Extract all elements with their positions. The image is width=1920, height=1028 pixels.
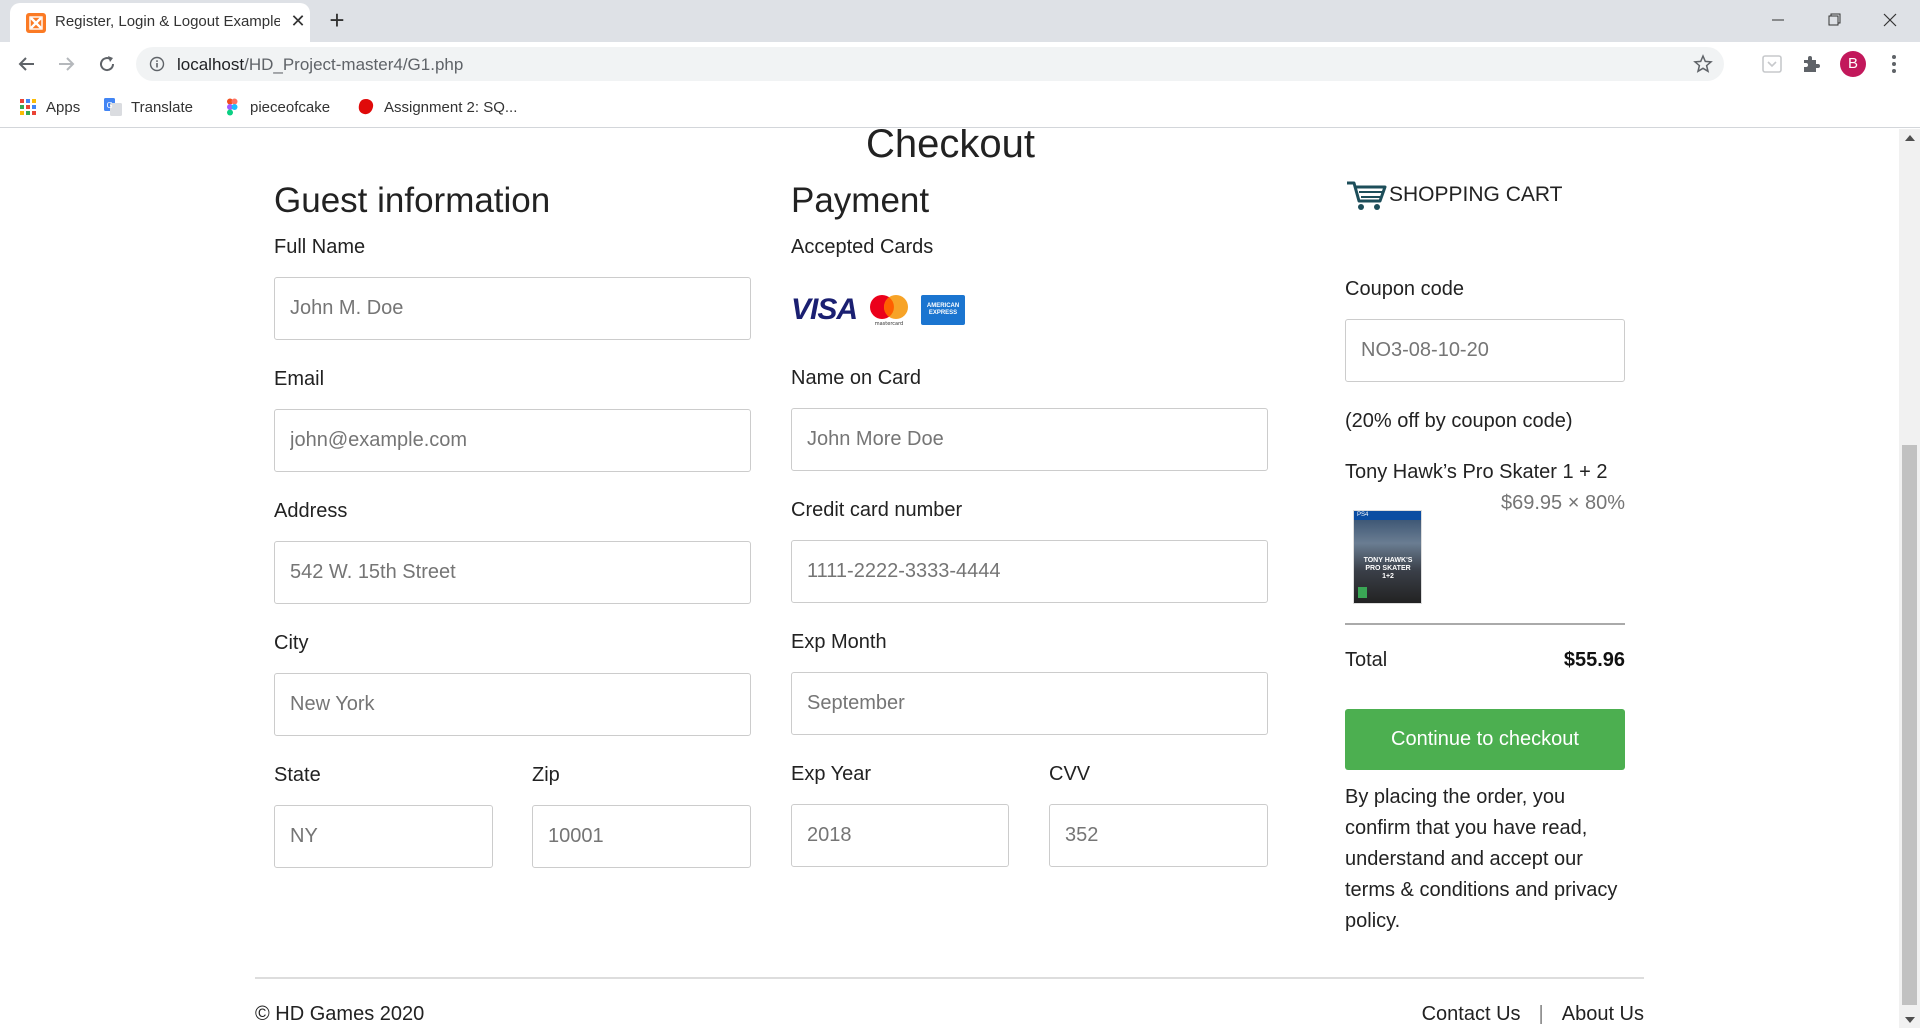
bookmark-translate[interactable]: G Translate — [104, 96, 193, 118]
browser-tab[interactable]: Register, Login & Logout Example ✕ — [10, 3, 310, 42]
continue-to-checkout-button[interactable]: Continue to checkout — [1345, 709, 1625, 770]
apps-grid-icon — [20, 99, 36, 115]
product-box-title: TONY HAWK'S PRO SKATER 1+2 — [1363, 557, 1413, 580]
bookmark-apps[interactable]: Apps — [19, 96, 80, 118]
state-label: State — [274, 764, 321, 786]
figma-icon — [227, 98, 238, 116]
payment-heading: Payment — [791, 181, 930, 220]
total-label: Total — [1345, 649, 1388, 671]
exp-month-input[interactable] — [791, 672, 1268, 735]
accepted-cards: VISA mastercard AMERICAN EXPRESS — [791, 293, 966, 327]
back-arrow-icon[interactable] — [14, 51, 40, 77]
close-tab-icon[interactable]: ✕ — [288, 11, 308, 31]
name-on-card-input[interactable] — [791, 408, 1268, 471]
page-title: Checkout — [866, 129, 1035, 166]
url-path: /HD_Project-master4/G1.php — [244, 55, 464, 74]
forward-arrow-icon[interactable] — [53, 51, 79, 77]
shopping-cart-icon — [1347, 181, 1387, 210]
close-window-icon[interactable] — [1870, 6, 1910, 34]
bookmark-assignment[interactable]: Assignment 2: SQ... — [357, 96, 517, 118]
address-input[interactable] — [274, 541, 751, 604]
pocket-extension-icon[interactable] — [1760, 52, 1784, 76]
bookmark-label: Translate — [131, 98, 193, 116]
bookmark-label: pieceofcake — [250, 98, 331, 116]
about-us-link[interactable]: About Us — [1562, 1003, 1644, 1026]
new-tab-button[interactable]: + — [324, 7, 350, 34]
footer-divider — [255, 977, 1644, 979]
product-name[interactable]: Tony Hawk’s Pro Skater 1 + 2 — [1345, 461, 1608, 484]
rating-badge-icon — [1358, 587, 1367, 598]
shopping-cart-label: SHOPPING CART — [1389, 183, 1563, 206]
extensions-puzzle-icon[interactable] — [1799, 52, 1823, 76]
footer-separator: | — [1538, 1003, 1544, 1025]
bookmark-label: Assignment 2: SQ... — [384, 98, 518, 116]
name-on-card-label: Name on Card — [791, 367, 922, 389]
footer-links: Contact Us | About Us — [1422, 1003, 1644, 1026]
mastercard-logo-icon: mastercard — [865, 294, 913, 327]
browser-tab-strip: Register, Login & Logout Example ✕ + — [0, 0, 1920, 42]
email-label: Email — [274, 368, 325, 390]
site-info-icon[interactable] — [149, 56, 165, 72]
restore-window-icon[interactable] — [1814, 6, 1854, 34]
google-translate-icon: G — [104, 98, 122, 116]
guest-info-heading: Guest information — [274, 181, 551, 220]
tab-title: Register, Login & Logout Example — [55, 13, 280, 30]
full-name-label: Full Name — [274, 236, 366, 258]
address-label: Address — [274, 500, 348, 522]
product-price: $69.95 × 80% — [1501, 492, 1625, 514]
product-thumbnail[interactable]: PS4 TONY HAWK'S PRO SKATER 1+2 — [1353, 510, 1422, 604]
scroll-down-arrow-icon[interactable] — [1905, 1017, 1915, 1023]
contact-us-link[interactable]: Contact Us — [1422, 1003, 1521, 1026]
bookmark-star-icon[interactable] — [1692, 53, 1714, 75]
xampp-favicon-icon — [26, 13, 46, 33]
scrollbar-thumb[interactable] — [1902, 445, 1917, 1005]
profile-avatar[interactable]: B — [1840, 51, 1866, 77]
ps4-banner: PS4 — [1354, 511, 1421, 520]
zip-label: Zip — [532, 764, 560, 786]
url-host: localhost — [177, 55, 245, 74]
url-text[interactable]: localhost/HD_Project-master4/G1.php — [177, 55, 463, 75]
amex-logo-icon: AMERICAN EXPRESS — [921, 295, 966, 325]
total-value: $55.96 — [1563, 649, 1625, 671]
coupon-note: (20% off by coupon code) — [1345, 410, 1573, 432]
checkout-page: Checkout Guest information Full Name Ema… — [0, 129, 1899, 1028]
email-input[interactable] — [274, 409, 751, 472]
cart-divider — [1345, 623, 1625, 625]
cvv-input[interactable] — [1049, 804, 1268, 867]
red-blob-icon — [358, 99, 374, 115]
mastercard-caption: mastercard — [875, 321, 903, 326]
browser-toolbar: localhost/HD_Project-master4/G1.php B — [0, 42, 1920, 86]
exp-year-input[interactable] — [791, 804, 1009, 867]
coupon-input[interactable] — [1345, 319, 1625, 382]
zip-input[interactable] — [532, 805, 751, 868]
state-input[interactable] — [274, 805, 493, 868]
browser-menu-icon[interactable] — [1882, 52, 1906, 76]
scroll-up-arrow-icon[interactable] — [1905, 135, 1915, 141]
card-number-label: Credit card number — [791, 499, 963, 521]
terms-text: By placing the order, you confirm that y… — [1345, 786, 1618, 932]
card-number-input[interactable] — [791, 540, 1268, 603]
reload-icon[interactable] — [94, 51, 120, 77]
bookmark-label: Apps — [46, 98, 81, 116]
address-bar[interactable]: localhost/HD_Project-master4/G1.php — [136, 47, 1724, 81]
copyright-text: © HD Games 2020 — [255, 1003, 425, 1025]
bookmarks-bar: Apps G Translate pieceofcake Assignment … — [0, 86, 1920, 128]
full-name-input[interactable] — [274, 277, 751, 340]
accepted-cards-label: Accepted Cards — [791, 236, 934, 258]
city-label: City — [274, 632, 309, 654]
visa-logo-icon: VISA — [791, 293, 858, 326]
exp-year-label: Exp Year — [791, 763, 872, 785]
coupon-label: Coupon code — [1345, 278, 1464, 300]
cvv-label: CVV — [1049, 763, 1091, 785]
bookmark-pieceofcake[interactable]: pieceofcake — [223, 96, 330, 118]
page-scrollbar[interactable] — [1899, 129, 1920, 1028]
svg-text:G: G — [107, 101, 113, 110]
minimize-window-icon[interactable] — [1758, 6, 1798, 34]
exp-month-label: Exp Month — [791, 631, 887, 653]
shopping-cart-header: SHOPPING CART — [1345, 177, 1562, 213]
city-input[interactable] — [274, 673, 751, 736]
